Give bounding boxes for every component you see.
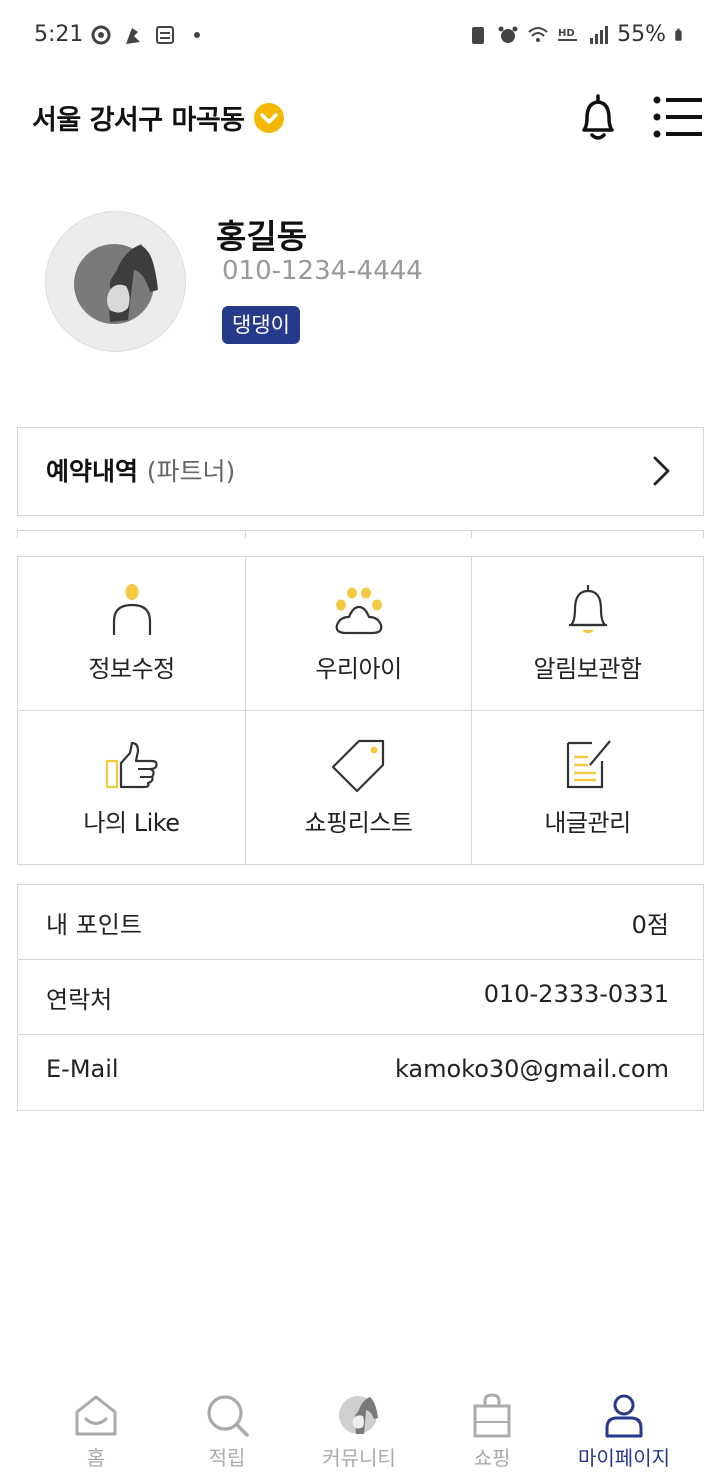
chevron-right-icon [653,456,670,486]
reservation-subtitle: (파트너) [146,457,236,486]
bell-icon [568,585,607,634]
nav-label: 커뮤니티 [322,1446,396,1470]
status-bar: 5:21 HD 55% [0,0,720,72]
battery-icon [675,28,682,41]
pet-community-icon [339,1396,378,1434]
document-edit-icon [566,740,611,789]
dot-notification-icon [194,32,200,38]
profile-card: 홍길동 010-1234-4444 댕댕이 [0,200,720,370]
menu-my-posts[interactable]: 내글관리 [472,711,703,864]
nav-label: 적립 [208,1446,246,1470]
menu-label: 정보수정 [88,655,175,683]
nav-shopping[interactable]: 쇼핑 [432,1386,552,1480]
reservation-label: 예약내역 [46,457,139,486]
nav-mypage[interactable]: 마이페이지 [564,1386,684,1480]
shopping-bag-icon [473,1393,511,1438]
alarm-icon [498,26,518,43]
profile-name: 홍길동 [216,217,308,256]
reservation-row[interactable]: 예약내역 (파트너) [17,427,704,516]
nav-community[interactable]: 커뮤니티 [299,1386,419,1480]
menu-label: 나의 Like [83,809,180,837]
menu-label: 알림보관함 [533,655,642,683]
divider-line [245,531,246,538]
user-icon [605,1394,643,1438]
menu-notification-box[interactable]: 알림보관함 [472,557,703,711]
menu-shopping-list[interactable]: 쇼핑리스트 [246,711,472,864]
nav-label: 마이페이지 [578,1446,670,1470]
menu-my-pet[interactable]: 우리아이 [246,557,472,711]
status-system-icons: HD 55% [467,22,688,47]
nav-label: 홈 [86,1446,106,1470]
nav-label: 쇼핑 [473,1446,511,1470]
svg-text:HD: HD [558,28,575,39]
header: 서울 강서구 마곡동 [0,82,720,154]
menu-icon[interactable] [650,94,706,140]
menu-grid: 정보수정 우리아이 알림보관함 나의 Like 쇼핑리스트 내글관리 [17,556,704,865]
paw-icon [335,587,382,635]
reservation-title: 예약내역 (파트너) [46,452,235,488]
tag-icon [331,739,384,793]
settings-notification-icon [91,25,111,45]
thumbs-up-icon [105,741,158,789]
app-notification-icon [126,28,140,44]
info-label: E-Mail [46,1055,119,1083]
info-value: 010-2333-0331 [483,980,669,1008]
nav-points[interactable]: 적립 [167,1386,287,1480]
chevron-down-circle-icon [253,102,284,133]
status-time: 5:21 [34,22,84,47]
info-label: 연락처 [46,986,113,1014]
info-row-contact: 연락처 010-2333-0331 [18,960,703,1035]
bell-icon[interactable] [574,92,622,142]
menu-my-like[interactable]: 나의 Like [18,711,246,864]
divider [17,530,704,538]
user-icon [112,584,151,635]
signal-icon [590,25,609,44]
info-row-points: 내 포인트 0점 [18,885,703,960]
info-table: 내 포인트 0점 연락처 010-2333-0331 E-Mail kamoko… [17,884,704,1111]
menu-label: 쇼핑리스트 [304,809,413,837]
nav-home[interactable]: 홈 [36,1386,156,1480]
search-icon [207,1395,249,1437]
status-notification-icons [90,24,208,46]
battery-percent: 55% [617,22,666,47]
info-value: kamoko30@gmail.com [394,1055,669,1083]
battery-saver-icon [472,26,485,44]
avatar[interactable] [45,211,186,352]
menu-label: 내글관리 [544,809,631,837]
profile-badge: 댕댕이 [222,306,300,344]
menu-edit-profile[interactable]: 정보수정 [18,557,246,711]
bottom-nav: 홈 적립 커뮤니티 쇼핑 마이페이지 [0,1386,720,1480]
pet-avatar-icon [74,242,162,324]
location-selector[interactable]: 서울 강서구 마곡동 [32,98,285,137]
info-label: 내 포인트 [46,911,142,939]
home-icon [75,1395,117,1436]
info-row-email: E-Mail kamoko30@gmail.com [18,1035,703,1110]
info-value: 0점 [631,911,669,939]
message-notification-icon [156,26,174,44]
divider-line [471,531,472,538]
menu-label: 우리아이 [315,655,402,683]
profile-phone: 010-1234-4444 [222,256,423,286]
location-text: 서울 강서구 마곡동 [32,105,245,136]
hd-voice-icon: HD [558,28,578,41]
wifi-icon [528,26,548,42]
